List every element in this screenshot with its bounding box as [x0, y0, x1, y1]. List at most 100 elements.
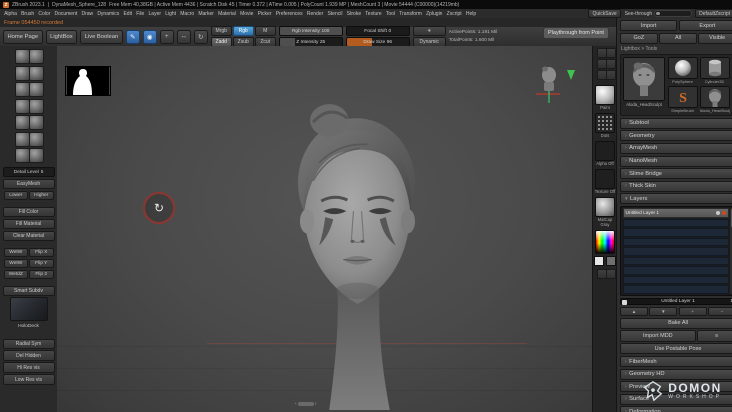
tool-slot-thumbnail[interactable]: S	[667, 86, 698, 109]
layer-slider-knob[interactable]	[622, 300, 627, 305]
menu-item[interactable]: Picker	[256, 11, 274, 17]
menu-item[interactable]: File	[134, 11, 146, 17]
see-through-slider[interactable]	[654, 9, 693, 18]
detail-level-slider[interactable]: Detail Level 5	[2, 167, 55, 177]
goz-visible-button[interactable]: Visible	[698, 32, 732, 44]
layer-visibility-icon[interactable]	[716, 211, 720, 216]
menu-item[interactable]: Tool	[384, 11, 397, 17]
tool-slot-thumbnail[interactable]	[699, 86, 730, 109]
wet-button[interactable]: WetW	[3, 247, 28, 258]
layer-record-icon[interactable]	[721, 211, 726, 216]
mdd-options-button[interactable]: ≡	[697, 330, 732, 342]
brush-thumbnail[interactable]	[14, 131, 30, 147]
menu-item[interactable]: Movie	[238, 11, 256, 17]
layer-row[interactable]	[622, 237, 729, 247]
export-button[interactable]: Export	[678, 20, 732, 32]
lower-button[interactable]: Lower	[3, 190, 28, 201]
menu-item[interactable]: Render	[305, 11, 326, 17]
canvas-scrollbar[interactable]: ‹ ›	[295, 401, 316, 407]
rotate-record-indicator[interactable]: ↻	[143, 192, 175, 224]
main-color-swatch[interactable]	[594, 256, 604, 267]
brush-thumbnail[interactable]	[14, 65, 30, 81]
live-boolean-button[interactable]: Live Boolean	[80, 29, 123, 44]
menu-item[interactable]: Draw	[79, 11, 95, 17]
brush-thumbnail[interactable]	[14, 115, 30, 130]
current-texture-thumbnail[interactable]	[595, 168, 615, 189]
flip-button[interactable]: Flip Y	[29, 258, 54, 268]
layer-new-button[interactable]: +	[678, 306, 707, 317]
tool-section-header[interactable]: › FiberMesh	[620, 356, 732, 368]
shelf-mini-button[interactable]	[605, 59, 616, 69]
secondary-color-swatch[interactable]	[606, 256, 616, 267]
brush-thumbnail[interactable]	[29, 49, 45, 64]
menu-item[interactable]: Transform	[397, 11, 424, 17]
current-stroke-thumbnail[interactable]	[595, 112, 615, 133]
utility-button[interactable]: Low Res vis	[2, 374, 55, 385]
draw-pointer-button[interactable]: ◉	[142, 29, 157, 44]
material-action-button[interactable]: Clear Material	[2, 230, 55, 242]
layers-section-header[interactable]: ▾ Layers	[620, 193, 732, 205]
menu-item[interactable]: Zplugin	[424, 11, 445, 17]
rotate-button[interactable]: ↻	[193, 29, 208, 44]
layer-row[interactable]	[622, 285, 729, 294]
tool-slot-thumbnail[interactable]	[667, 57, 698, 80]
layer-delete-button[interactable]: −	[708, 306, 732, 317]
shelf-mini-button[interactable]	[605, 70, 616, 80]
default-zscript-button[interactable]: DefaultZscript	[695, 9, 732, 18]
gear-button[interactable]: ∗	[412, 26, 446, 36]
menu-item[interactable]: Texture	[363, 11, 384, 17]
menu-item[interactable]: Document	[52, 11, 79, 17]
menu-item[interactable]: Stencil	[325, 11, 344, 17]
layer-up-button[interactable]: ▲	[620, 306, 648, 317]
goz-button[interactable]: GoZ	[620, 32, 658, 44]
brush-thumbnail[interactable]	[14, 49, 30, 64]
menu-item[interactable]: Stroke	[345, 11, 364, 17]
tool-section-header[interactable]: › Deformation	[620, 406, 732, 412]
flip-button[interactable]: Flip 2	[29, 269, 54, 279]
menu-item[interactable]: Alpha	[2, 11, 19, 17]
brush-thumbnail[interactable]	[29, 98, 45, 114]
quicksave-button[interactable]: QuickSave	[588, 9, 621, 18]
shelf-mini-button[interactable]	[605, 269, 616, 280]
brush-thumbnail[interactable]	[29, 82, 45, 97]
layer-row[interactable]	[622, 218, 729, 228]
brush-thumbnail[interactable]	[14, 98, 30, 114]
smart-subdiv-button[interactable]: Smart Subdv	[2, 285, 55, 296]
menu-item[interactable]: Edit	[121, 11, 134, 17]
utility-button[interactable]: Radial Sym	[2, 338, 55, 349]
goz-all-button[interactable]: All	[659, 32, 697, 44]
shelf-mini-button[interactable]	[605, 48, 616, 58]
wet-button[interactable]: WetdZ	[3, 269, 28, 279]
flip-button[interactable]: Flip X	[29, 247, 54, 258]
layer-intensity-slider[interactable]: Untitled Layer 1 1	[620, 298, 732, 305]
focal-shift-slider[interactable]: Focal Shift 0	[345, 26, 410, 36]
import-button[interactable]: Import	[620, 20, 678, 32]
material-action-button[interactable]: Fill Material	[2, 218, 55, 230]
tool-section-header[interactable]: › Subtool	[620, 117, 732, 129]
see-through-knob[interactable]	[656, 11, 660, 15]
lightbox-button[interactable]: LightBox	[45, 29, 78, 44]
higher-button[interactable]: Higher	[29, 190, 54, 201]
scroll-left-icon[interactable]: ‹	[295, 401, 297, 407]
use-postable-pose-button[interactable]: Use Postable Pose	[620, 343, 732, 355]
brush-thumbnail[interactable]	[14, 148, 30, 163]
utility-button[interactable]: Del Hidden	[2, 350, 55, 361]
viewport[interactable]: ↻ ‹ ›	[57, 46, 592, 412]
tool-slot-thumbnail[interactable]	[699, 57, 730, 80]
tool-section-header[interactable]: › Geometry	[620, 130, 732, 142]
move-button[interactable]: +	[159, 29, 174, 44]
camera-axis-widget[interactable]	[534, 64, 576, 104]
scroll-right-icon[interactable]: ›	[315, 401, 317, 407]
menu-item[interactable]: Preferences	[274, 11, 305, 17]
menu-item[interactable]: Help	[464, 11, 478, 17]
tool-section-header[interactable]: › ArrayMesh	[620, 142, 732, 154]
menu-item[interactable]: Marker	[196, 11, 216, 17]
menu-item[interactable]: Color	[36, 11, 52, 17]
z-intensity-slider[interactable]: Z Intensity 25	[278, 37, 343, 47]
scrollbar-thumb[interactable]	[297, 402, 314, 406]
utility-button[interactable]: Hi Res vis	[2, 362, 55, 373]
current-alpha-thumbnail[interactable]	[595, 140, 615, 161]
menu-item[interactable]: Brush	[19, 11, 36, 17]
tool-section-header[interactable]: › NanoMesh	[620, 155, 732, 167]
draw-size-slider[interactable]: Draw Size 96	[345, 37, 410, 47]
